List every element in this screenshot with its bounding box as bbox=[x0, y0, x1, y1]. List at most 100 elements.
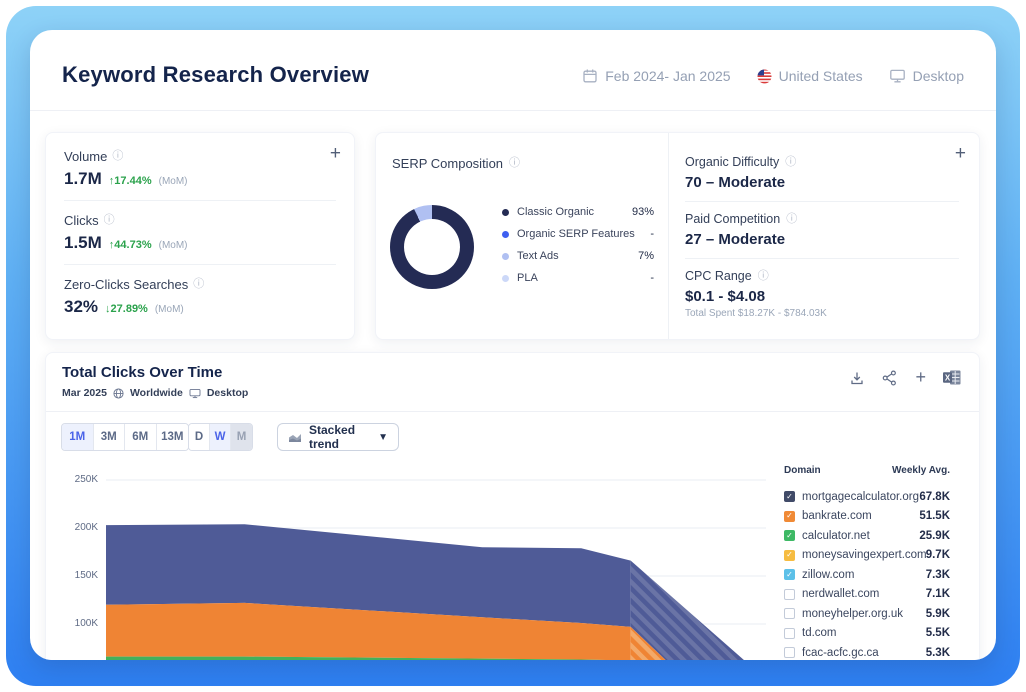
domain-row[interactable]: td.com5.5K bbox=[784, 624, 950, 644]
domain-row[interactable]: ✓zillow.com7.3K bbox=[784, 565, 950, 585]
keyword-overview-app: Keyword Research Overview Feb 2024- Jan … bbox=[30, 30, 996, 660]
domain-name: bankrate.com bbox=[802, 510, 919, 522]
metric-label: Zero-Clicks Searches bbox=[64, 277, 188, 292]
metric-label-row: Clicksⓘ bbox=[64, 213, 336, 228]
device-label: Desktop bbox=[913, 68, 964, 84]
metric-item: Volumeⓘ1.7M↑17.44%(MoM) bbox=[64, 146, 336, 191]
domain-weekly-avg: 25.9K bbox=[919, 530, 950, 542]
difficulty-divider bbox=[685, 201, 959, 202]
info-icon[interactable]: ⓘ bbox=[104, 215, 115, 226]
domain-name: fcac-acfc.gc.ca bbox=[802, 647, 926, 659]
share-button[interactable] bbox=[882, 370, 898, 386]
download-icon bbox=[849, 370, 865, 386]
domain-name: nerdwallet.com bbox=[802, 588, 926, 600]
granularity-button-m[interactable]: M bbox=[231, 424, 252, 450]
clicks-section-title: Total Clicks Over Time bbox=[62, 364, 222, 381]
info-icon[interactable]: ⓘ bbox=[509, 158, 520, 169]
info-icon[interactable]: ⓘ bbox=[785, 157, 796, 168]
range-selector: 1M3M6M13M bbox=[61, 423, 189, 451]
legend-item[interactable]: Classic Organic93% bbox=[502, 201, 654, 223]
domain-row[interactable]: ✓calculator.net25.9K bbox=[784, 526, 950, 546]
domain-weekly-avg: 67.8K bbox=[919, 491, 950, 503]
domain-checkbox[interactable] bbox=[784, 608, 795, 619]
legend-label: PLA bbox=[517, 272, 650, 284]
difficulty-item: Organic Difficultyⓘ70 – Moderate bbox=[685, 155, 959, 191]
header-meta: Feb 2024- Jan 2025 United States Desk bbox=[582, 68, 964, 84]
domain-checkbox[interactable] bbox=[784, 589, 795, 600]
serp-legend: Classic Organic93%Organic SERP Features-… bbox=[502, 201, 654, 289]
difficulty-item: CPC Rangeⓘ$0.1 - $4.08Total Spent $18.27… bbox=[685, 269, 959, 319]
chart-view-dropdown[interactable]: Stacked trend ▼ bbox=[277, 423, 399, 451]
range-button-1m[interactable]: 1M bbox=[62, 424, 94, 450]
domain-table: Domain Weekly Avg. ✓mortgagecalculator.o… bbox=[784, 465, 950, 660]
clicks-actions: + X bbox=[849, 367, 961, 388]
metric-change: ↓27.89% bbox=[105, 303, 148, 315]
difficulty-list: Organic Difficultyⓘ70 – ModeratePaid Com… bbox=[685, 155, 959, 319]
info-icon[interactable]: ⓘ bbox=[786, 214, 797, 225]
legend-item[interactable]: Organic SERP Features- bbox=[502, 223, 654, 245]
info-icon[interactable]: ⓘ bbox=[112, 151, 123, 162]
domain-row[interactable]: nerdwallet.com7.1K bbox=[784, 585, 950, 605]
info-icon[interactable]: ⓘ bbox=[193, 279, 204, 290]
metrics-card: + Volumeⓘ1.7M↑17.44%(MoM)Clicksⓘ1.5M↑44.… bbox=[45, 132, 355, 340]
domain-weekly-avg: 7.3K bbox=[926, 569, 950, 581]
domain-row[interactable]: ✓ mortgagecalculator.org67.8K bbox=[784, 487, 950, 507]
stacked-area-plot[interactable] bbox=[106, 461, 766, 660]
legend-item[interactable]: PLA- bbox=[502, 267, 654, 289]
serp-difficulty-card: SERP Composition ⓘ Classic Organic93%Org… bbox=[375, 132, 980, 340]
metric-label-row: Zero-Clicks Searches ⓘ bbox=[64, 277, 336, 292]
domain-checkbox[interactable]: ✓ bbox=[784, 530, 795, 541]
difficulty-value: 27 – Moderate bbox=[685, 231, 959, 248]
export-excel-button[interactable]: X bbox=[943, 370, 961, 385]
serp-title: SERP Composition bbox=[392, 156, 503, 171]
difficulty-subtext: Total Spent $18.27K - $784.03K bbox=[685, 308, 959, 319]
domain-checkbox[interactable] bbox=[784, 647, 795, 658]
granularity-selector: DWM bbox=[188, 423, 253, 451]
granularity-button-w[interactable]: W bbox=[210, 424, 231, 450]
legend-label: Classic Organic bbox=[517, 206, 632, 218]
globe-icon bbox=[113, 388, 124, 399]
range-button-6m[interactable]: 6M bbox=[125, 424, 157, 450]
info-icon[interactable]: ⓘ bbox=[758, 271, 769, 282]
domain-row[interactable]: moneyhelper.org.uk5.9K bbox=[784, 604, 950, 624]
add-difficulty-button[interactable]: + bbox=[955, 144, 966, 163]
chart-view-label: Stacked trend bbox=[309, 423, 371, 451]
difficulty-label-row: Paid Competitionⓘ bbox=[685, 212, 959, 226]
granularity-button-d[interactable]: D bbox=[189, 424, 210, 450]
domain-rows: ✓ mortgagecalculator.org67.8K ✓ bankrate.co… bbox=[784, 487, 950, 660]
metric-value-row: 1.5M↑44.73%(MoM) bbox=[64, 233, 336, 253]
legend-value: 7% bbox=[638, 250, 654, 262]
date-range-filter[interactable]: Feb 2024- Jan 2025 bbox=[582, 68, 730, 84]
date-range-label: Feb 2024- Jan 2025 bbox=[605, 68, 730, 84]
domain-checkbox[interactable] bbox=[784, 628, 795, 639]
domain-name: mortgagecalculator.org bbox=[802, 491, 919, 503]
domain-row[interactable]: ✓bankrate.com51.5K bbox=[784, 507, 950, 527]
difficulty-label: CPC Range bbox=[685, 269, 752, 283]
metric-divider bbox=[64, 264, 336, 265]
country-label: United States bbox=[779, 68, 863, 84]
domain-checkbox[interactable]: ✓ bbox=[784, 569, 795, 580]
domain-row[interactable]: ✓moneysavingexpert.com9.7K bbox=[784, 546, 950, 566]
range-button-13m[interactable]: 13M bbox=[157, 424, 189, 450]
svg-text:X: X bbox=[945, 373, 951, 382]
download-button[interactable] bbox=[849, 370, 865, 386]
us-flag-icon bbox=[757, 69, 772, 84]
metric-value-row: 32%↓27.89%(MoM) bbox=[64, 297, 336, 317]
metric-divider bbox=[64, 200, 336, 201]
desktop-small-icon bbox=[189, 388, 201, 399]
domain-name: moneysavingexpert.com bbox=[802, 549, 926, 561]
metric-value: 1.5M bbox=[64, 233, 102, 253]
domain-checkbox[interactable]: ✓ bbox=[784, 511, 795, 522]
range-button-3m[interactable]: 3M bbox=[94, 424, 126, 450]
domain-checkbox[interactable]: ✓ bbox=[784, 491, 795, 502]
device-filter[interactable]: Desktop bbox=[889, 68, 964, 84]
domain-row[interactable]: fcac-acfc.gc.ca5.3K bbox=[784, 643, 950, 660]
difficulty-label-row: Organic Difficulty ⓘ bbox=[685, 155, 959, 169]
difficulty-label: Organic Difficulty bbox=[685, 155, 779, 169]
difficulty-item: Paid Competitionⓘ 27 – Moderate bbox=[685, 212, 959, 248]
legend-item[interactable]: Text Ads7% bbox=[502, 245, 654, 267]
legend-label: Text Ads bbox=[517, 250, 638, 262]
domain-checkbox[interactable]: ✓ bbox=[784, 550, 795, 561]
country-filter[interactable]: United States bbox=[757, 68, 863, 84]
add-chart-button[interactable]: + bbox=[915, 367, 926, 388]
